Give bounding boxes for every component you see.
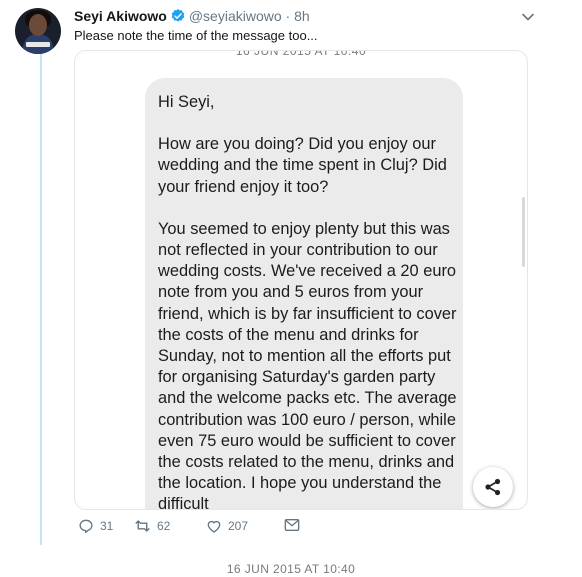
avatar[interactable] — [15, 8, 61, 54]
message-action[interactable] — [284, 518, 300, 532]
chevron-down-icon[interactable] — [522, 10, 534, 24]
message-bubble: Hi Seyi, How are you doing? Did you enjo… — [145, 78, 463, 510]
message-paragraph: Hi Seyi, — [158, 93, 215, 111]
meta-separator: · — [285, 8, 291, 24]
like-action[interactable]: 207 — [206, 518, 248, 534]
retweet-action[interactable]: 62 — [134, 518, 170, 534]
author-name[interactable]: Seyi Akiwowo — [74, 8, 167, 24]
message-text: Hi Seyi, How are you doing? Did you enjo… — [158, 92, 458, 510]
tweet-media-image[interactable]: 16 JUN 2015 AT 10:40 Hi Seyi, How are yo… — [74, 50, 528, 510]
envelope-icon — [284, 519, 300, 531]
tweet-text: Please note the time of the message too.… — [74, 28, 318, 43]
scroll-indicator — [522, 197, 525, 267]
reply-action[interactable]: 31 — [78, 518, 113, 534]
like-count: 207 — [228, 519, 249, 533]
reply-icon — [79, 519, 93, 533]
avatar-name-tag — [26, 42, 50, 47]
retweet-count: 62 — [157, 519, 171, 533]
tweet-header: Seyi Akiwowo @seyiakiwowo · 8h — [74, 7, 310, 28]
share-icon — [485, 478, 501, 496]
author-handle[interactable]: @seyiakiwowo — [189, 8, 282, 24]
tweet-timestamp[interactable]: 8h — [294, 8, 310, 24]
retweet-icon — [135, 520, 150, 532]
heart-icon — [207, 520, 221, 533]
avatar-face — [29, 14, 47, 36]
thread-line — [40, 50, 42, 545]
message-paragraph: How are you doing? Did you enjoy our wed… — [158, 135, 447, 196]
message-paragraph: You seemed to enjoy plenty but this was … — [158, 219, 457, 510]
reply-count: 31 — [100, 519, 114, 533]
message-date-top: 16 JUN 2015 AT 10:40 — [235, 50, 367, 58]
verified-badge-icon — [170, 8, 186, 28]
share-button[interactable] — [473, 467, 513, 507]
message-date-bottom: 16 JUN 2015 AT 10:40 — [226, 562, 356, 576]
